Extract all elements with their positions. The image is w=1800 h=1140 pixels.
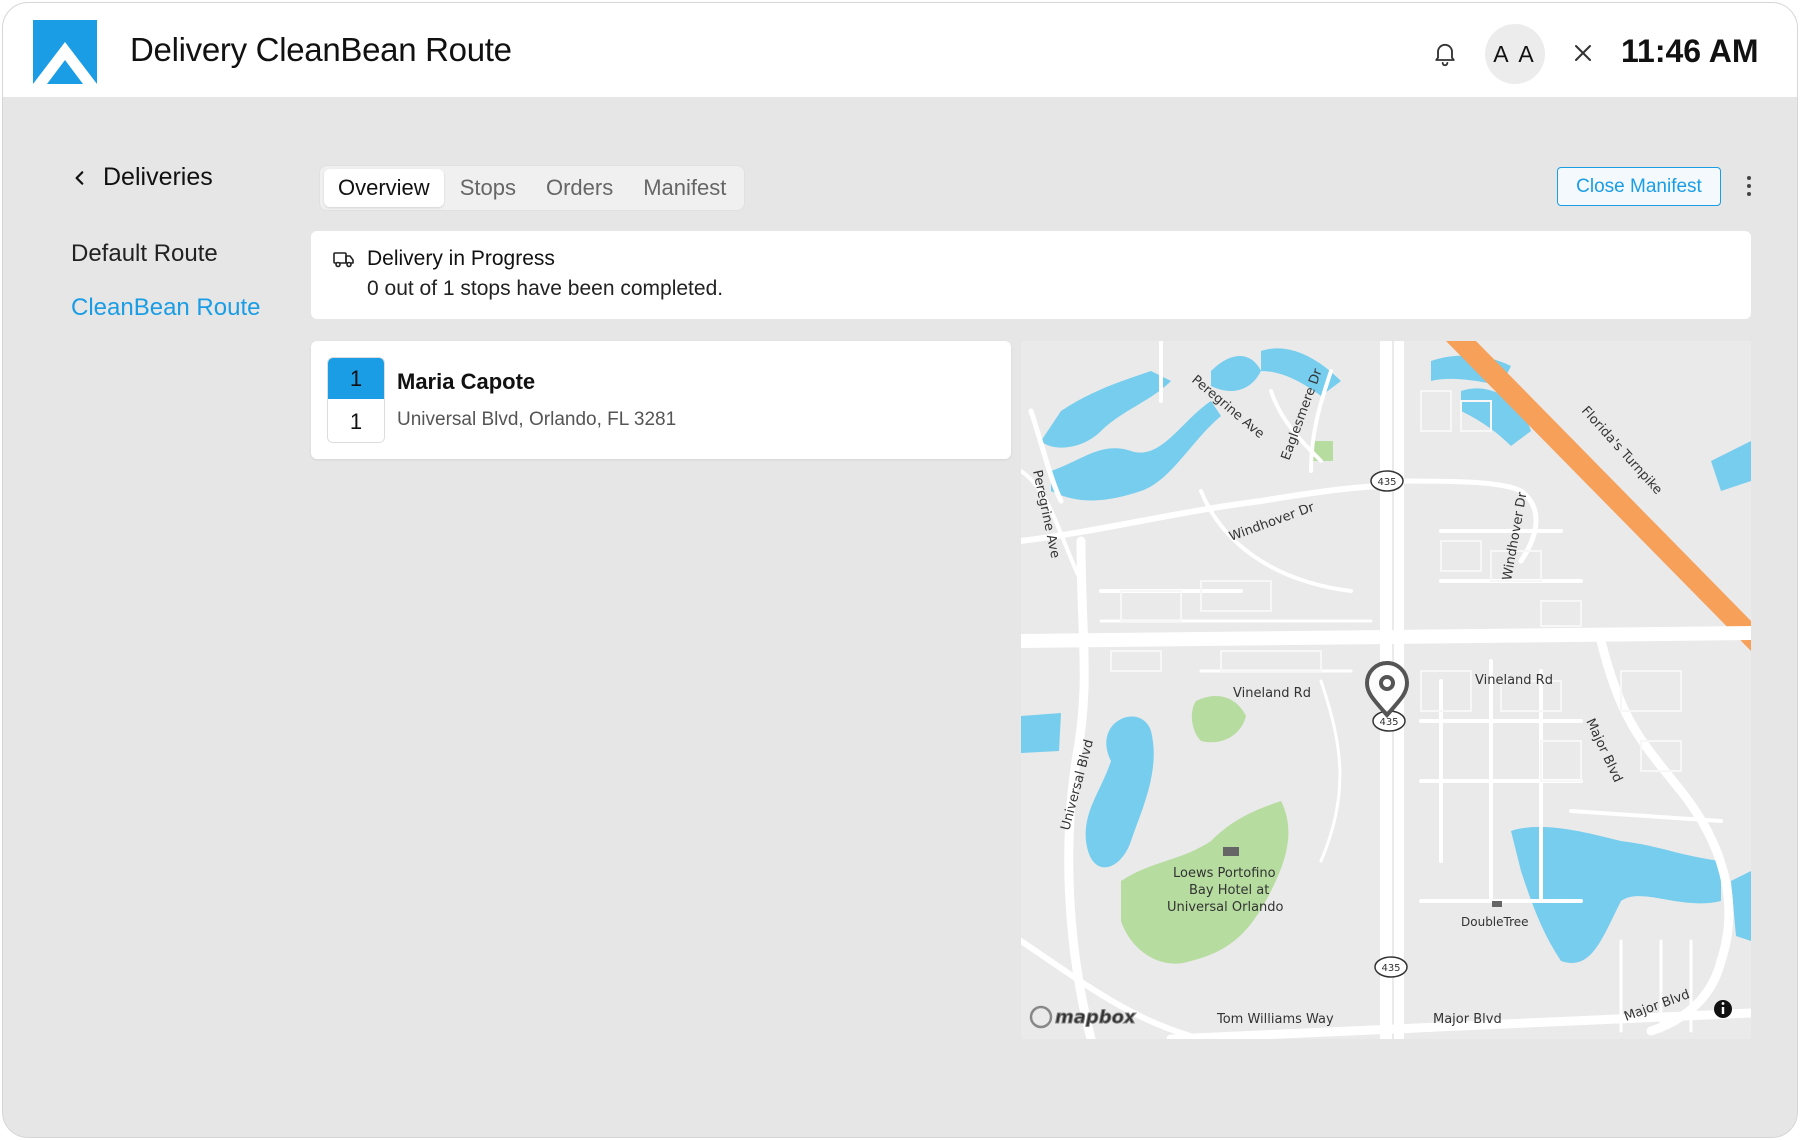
- route-shield-label: 435: [1377, 477, 1396, 488]
- chevron-left-icon: [75, 170, 84, 185]
- tab-stops[interactable]: Stops: [446, 169, 530, 207]
- clock: 11:46 AM: [1621, 33, 1759, 69]
- more-options-icon[interactable]: [1745, 173, 1753, 199]
- tab-manifest[interactable]: Manifest: [629, 169, 740, 207]
- back-to-deliveries[interactable]: Deliveries: [71, 163, 213, 192]
- status-progress-text: 0 out of 1 stops have been completed.: [367, 277, 724, 300]
- stop-sequence-number: 1: [328, 358, 384, 399]
- close-manifest-button[interactable]: Close Manifest: [1557, 167, 1721, 206]
- sidebar-item-cleanbean-route[interactable]: CleanBean Route: [71, 294, 260, 322]
- route-map[interactable]: Peregrine Ave Eaglesmere Dr Peregrine Av…: [1021, 341, 1751, 1039]
- delivery-status-card: Delivery in Progress 0 out of 1 stops ha…: [311, 231, 1751, 319]
- status-title: Delivery in Progress: [367, 247, 555, 270]
- map-info-icon[interactable]: [1714, 1000, 1732, 1018]
- tab-bar: Overview Stops Orders Manifest: [319, 165, 746, 211]
- customer-name: Maria Capote: [397, 369, 536, 394]
- map-label-vineland-rd-2: Vineland Rd: [1475, 673, 1553, 688]
- page-title: Delivery CleanBean Route: [130, 31, 512, 68]
- route-shield-label: 435: [1381, 963, 1400, 974]
- stop-address: Universal Blvd, Orlando, FL 3281: [397, 409, 677, 430]
- sidebar-item-default-route[interactable]: Default Route: [71, 240, 218, 268]
- mapbox-logo: mapbox: [1055, 1007, 1137, 1028]
- map-label-doubletree: DoubleTree: [1461, 915, 1529, 929]
- app-window: Delivery CleanBean Route A A 11:46 AM De…: [2, 2, 1798, 1138]
- stop-card[interactable]: 1 1 Maria Capote Universal Blvd, Orlando…: [311, 341, 1011, 459]
- hotel-icon: [1492, 901, 1502, 907]
- map-label-tom-williams-way: Tom Williams Way: [1216, 1012, 1334, 1027]
- close-icon[interactable]: [1571, 41, 1595, 65]
- map-label-hotel-1: Loews Portofino: [1173, 866, 1276, 881]
- map-label-hotel-2: Bay Hotel at: [1189, 883, 1269, 898]
- tab-orders[interactable]: Orders: [532, 169, 627, 207]
- map-label-major-blvd-2: Major Blvd: [1433, 1012, 1502, 1027]
- truck-icon: [333, 252, 354, 268]
- stop-sequence-badge: 1 1: [327, 357, 385, 443]
- route-shield-label: 435: [1379, 717, 1398, 728]
- text-size-button[interactable]: A A: [1485, 24, 1545, 84]
- notifications-bell-icon[interactable]: [1431, 39, 1459, 67]
- stop-order-count: 1: [328, 399, 384, 442]
- app-logo-icon: [33, 20, 97, 84]
- map-label-vineland-rd-1: Vineland Rd: [1233, 686, 1311, 701]
- map-canvas[interactable]: Peregrine Ave Eaglesmere Dr Peregrine Av…: [1021, 341, 1751, 1039]
- top-bar: Delivery CleanBean Route A A 11:46 AM: [3, 3, 1797, 97]
- tab-overview[interactable]: Overview: [324, 169, 444, 207]
- hotel-icon: [1223, 847, 1239, 856]
- back-label: Deliveries: [103, 163, 213, 191]
- map-label-hotel-3: Universal Orlando: [1167, 900, 1284, 915]
